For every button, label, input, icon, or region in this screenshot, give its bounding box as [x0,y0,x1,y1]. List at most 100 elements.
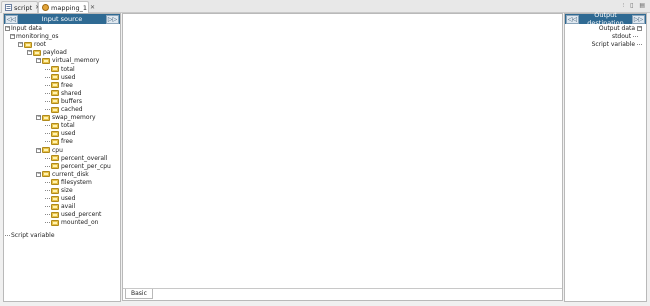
field-icon [51,179,59,186]
tree-connector [45,206,50,208]
tab-mapping[interactable]: mapping_1 ✕ [38,1,95,13]
tree-node[interactable]: used [45,74,75,82]
tree-connector [45,198,50,200]
tree-connector [45,141,50,143]
tree-node[interactable]: used_percent [45,211,101,219]
tree-node[interactable]: − current_disk [36,171,89,179]
mapping-icon [42,4,49,11]
tree-node[interactable]: percent_per_cpu [45,163,111,171]
field-icon [51,187,59,194]
tree-node-label: total [61,122,75,130]
tree-node[interactable]: Script variable [5,232,55,240]
tree-node-label: total [61,65,75,73]
tree-node-label: percent_per_cpu [61,162,111,170]
tree-node[interactable]: used [45,195,75,203]
tree-connector [45,181,50,183]
tree-connector [45,133,50,135]
collapse-icon[interactable]: − [36,171,41,177]
field-icon [51,203,59,210]
tree-connector [45,76,50,78]
tree-node-label: current_disk [52,170,89,178]
tree-node-label: shared [61,89,82,97]
tree-node[interactable]: −Input data [5,25,42,33]
mapping-canvas[interactable]: Basic [122,13,563,301]
collapse-icon[interactable]: − [5,26,10,31]
tree-node-label: size [61,187,73,194]
tree-node[interactable]: − root [18,41,46,49]
field-icon [51,74,59,81]
tree-node[interactable]: mounted_on [45,219,98,227]
tab-label: script [14,3,33,12]
tab-script[interactable]: script ✕ [1,1,40,13]
tree-connector [45,92,50,94]
tree-node-label: monitoring_os [16,33,59,41]
folder-icon [42,57,50,64]
close-icon[interactable]: ✕ [90,4,95,11]
tree-connector [45,190,50,191]
tree-node[interactable]: avail [45,203,75,211]
collapse-left-button[interactable]: ◁◁ [5,14,18,24]
output-data-node[interactable]: Output data − [599,25,643,33]
tree-node[interactable]: shared [45,90,81,98]
field-icon [51,155,59,162]
tree-connector [45,165,50,167]
field-icon [51,122,59,129]
collapse-icon[interactable]: − [36,147,41,153]
tree-node[interactable]: − swap_memory [36,114,96,122]
tree-node[interactable]: − cpu [36,147,63,155]
tree-node-label: root [34,41,47,49]
input-tree: −Input data −monitoring_os − root − payload − v… [4,25,120,301]
tree-node[interactable]: cached [45,106,83,114]
tree-node[interactable]: free [45,82,73,90]
field-icon [51,82,59,89]
canvas-bottom-divider [123,288,562,289]
tree-node-label: Output data [598,25,636,32]
collapse-icon[interactable]: − [36,115,41,121]
collapse-icon[interactable]: − [10,34,15,40]
tree-node-label: swap_memory [52,114,96,122]
tree-node-label: Script variable [11,231,55,239]
tree-node[interactable]: total [45,122,75,130]
mapping-editor: script ✕ mapping_1 ✕ ⫶ ▯ ▤ ◁◁ Input sour… [0,0,650,306]
collapse-right-button[interactable]: ▷▷ [106,14,119,24]
stdout-node[interactable]: stdout [612,33,639,41]
field-icon [51,106,59,113]
output-destination-panel: ◁◁ Output destination ▷▷ Output data − s… [564,11,647,302]
tree-connector [45,214,50,216]
collapse-left-button[interactable]: ◁◁ [566,14,579,24]
input-source-panel: ◁◁ Input source ▷▷ −Input data −monitorin… [3,13,121,302]
tree-node-label: Script variable [591,41,636,48]
tree-node-label: cpu [52,146,63,154]
tree-node[interactable]: used [45,130,75,138]
tree-node[interactable]: total [45,66,75,74]
script-variable-node[interactable]: Script variable [592,41,643,49]
collapse-right-button[interactable]: ▷▷ [632,14,645,24]
tree-node[interactable]: free [45,138,73,146]
folder-icon [33,49,41,56]
tree-node[interactable]: size [45,187,73,195]
field-icon [51,130,59,137]
tree-node[interactable]: − virtual_memory [36,57,99,65]
collapse-icon[interactable]: − [18,42,23,48]
field-icon [51,163,59,170]
field-icon [51,211,59,218]
tree-node-label: stdout [611,33,632,40]
tree-node[interactable]: percent_overall [45,155,107,163]
tree-connector [45,125,50,127]
tab-basic[interactable]: Basic [125,289,153,299]
tree-connector [45,84,50,86]
tree-node[interactable]: − payload [27,49,67,57]
field-icon [51,90,59,97]
collapse-icon[interactable]: − [36,58,41,64]
tree-connector [637,44,642,45]
tree-node-label: free [61,138,73,146]
collapse-icon[interactable]: − [27,50,32,56]
folder-icon [42,171,50,178]
tree-node[interactable]: filesystem [45,179,92,187]
tree-connector [5,234,10,236]
tree-node[interactable]: −monitoring_os [10,33,59,41]
expand-icon[interactable]: − [637,26,642,31]
tree-node[interactable]: buffers [45,98,82,106]
tree-connector [45,157,50,159]
window-controls[interactable]: ⫶ ▯ ▤ [623,2,647,10]
